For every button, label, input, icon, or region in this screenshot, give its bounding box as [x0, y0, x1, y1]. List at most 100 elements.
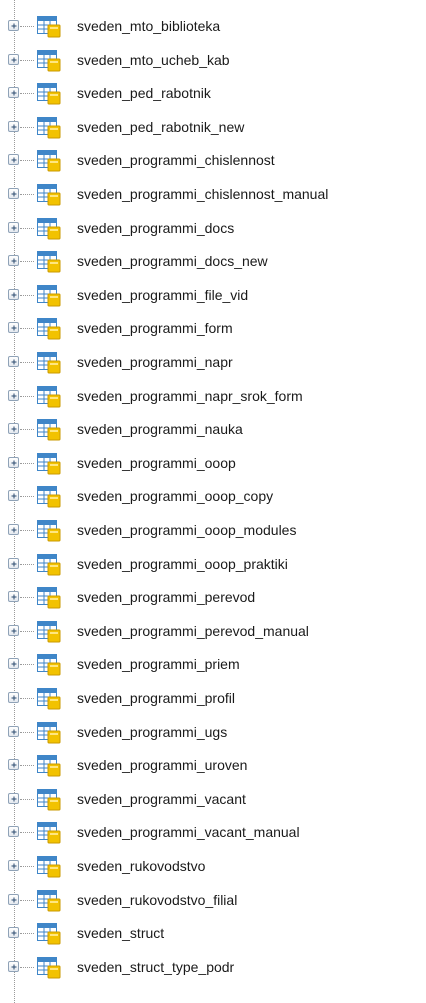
tree-branch-line [20, 160, 34, 162]
tree-row[interactable]: sveden_programmi_ugs [0, 718, 426, 746]
tree-branch-line [20, 462, 34, 464]
tree-row[interactable]: sveden_programmi_perevod_manual [0, 617, 426, 645]
table-icon [37, 520, 61, 542]
table-icon [37, 486, 61, 508]
table-name-label: sveden_programmi_ooop_modules [77, 522, 297, 538]
table-name-label: sveden_programmi_vacant [77, 790, 246, 807]
tree-row[interactable]: sveden_programmi_ooop [0, 449, 426, 477]
tree-row[interactable]: sveden_programmi_form [0, 314, 426, 342]
plus-expander-icon[interactable] [8, 322, 19, 334]
tree-branch-line [20, 933, 34, 935]
tree-row[interactable]: sveden_programmi_chislennost [0, 146, 426, 174]
plus-expander-icon[interactable] [8, 860, 19, 871]
tree-branch-line [20, 194, 34, 195]
tree-row[interactable]: sveden_programmi_perevod [0, 583, 426, 611]
table-icon [37, 553, 61, 576]
plus-expander-icon[interactable] [8, 423, 19, 435]
table-name-label: sveden_programmi_napr [77, 354, 233, 370]
tree-branch-line [20, 126, 34, 128]
table-icon [37, 419, 61, 441]
tree-row[interactable]: sveden_ped_rabotnik_new [0, 113, 426, 141]
plus-expander-icon[interactable] [8, 792, 19, 804]
table-icon [37, 284, 61, 307]
plus-expander-icon[interactable] [8, 154, 19, 166]
tree-row[interactable]: sveden_programmi_docs [0, 214, 426, 242]
plus-expander-icon[interactable] [8, 188, 19, 199]
tree-row[interactable]: sveden_programmi_priem [0, 650, 426, 678]
tree-branch-line [20, 765, 34, 767]
tree-row[interactable]: sveden_struct [0, 919, 426, 947]
tree-row[interactable]: sveden_programmi_docs_new [0, 247, 426, 275]
plus-expander-icon[interactable] [8, 490, 19, 502]
tree-row[interactable]: sveden_programmi_profil [0, 684, 426, 712]
table-name-label: sveden_programmi_docs [77, 219, 235, 236]
plus-expander-icon[interactable] [8, 87, 19, 99]
tree-branch-line [20, 597, 34, 599]
table-icon [37, 654, 61, 676]
tree-row[interactable]: sveden_programmi_ooop_praktiki [0, 550, 426, 578]
plus-expander-icon[interactable] [8, 658, 19, 670]
tree-row[interactable]: sveden_struct_type_podr [0, 953, 426, 981]
plus-expander-icon[interactable] [8, 692, 19, 703]
table-icon [37, 116, 61, 139]
table-name-label: sveden_programmi_ooop_praktiki [77, 555, 288, 572]
plus-expander-icon[interactable] [8, 591, 19, 603]
tree-row[interactable]: sveden_mto_ucheb_kab [0, 46, 426, 74]
table-name-label: sveden_programmi_uroven [77, 757, 248, 774]
table-name-label: sveden_rukovodstvo_filial [77, 891, 238, 908]
table-name-label: sveden_programmi_chislennost [77, 152, 275, 169]
tree-branch-line [20, 429, 34, 431]
table-name-label: sveden_programmi_ugs [77, 723, 228, 740]
plus-expander-icon[interactable] [8, 221, 19, 233]
table-icon [37, 318, 61, 340]
plus-expander-icon[interactable] [8, 53, 19, 65]
plus-expander-icon[interactable] [8, 120, 19, 132]
plus-expander-icon[interactable] [8, 624, 19, 636]
tree-row[interactable]: sveden_programmi_napr_srok_form [0, 382, 426, 410]
table-icon [37, 620, 61, 643]
tree-row[interactable]: sveden_programmi_ooop_copy [0, 482, 426, 510]
table-name-label: sveden_mto_biblioteka [77, 18, 221, 34]
tree-row[interactable]: sveden_programmi_ooop_modules [0, 516, 426, 544]
tree-branch-line [20, 227, 34, 229]
plus-expander-icon[interactable] [8, 557, 19, 569]
tree-row[interactable]: sveden_programmi_vacant_manual [0, 818, 426, 846]
tree-row[interactable]: sveden_programmi_napr [0, 348, 426, 376]
table-name-label: sveden_mto_ucheb_kab [77, 51, 230, 68]
table-name-label: sveden_programmi_ooop_copy [77, 488, 274, 505]
plus-expander-icon[interactable] [8, 960, 19, 972]
tree-row[interactable]: sveden_rukovodstvo [0, 852, 426, 880]
plus-expander-icon[interactable] [8, 524, 19, 535]
table-icon [37, 150, 61, 172]
table-name-label: sveden_programmi_profil [77, 690, 235, 706]
table-icon [37, 755, 61, 777]
plus-expander-icon[interactable] [8, 356, 19, 367]
table-icon [37, 923, 61, 945]
tree-row[interactable]: sveden_programmi_chislennost_manual [0, 180, 426, 208]
table-icon [37, 217, 61, 240]
tree-row[interactable]: sveden_rukovodstvo_filial [0, 886, 426, 914]
plus-expander-icon[interactable] [8, 826, 19, 838]
table-name-label: sveden_programmi_napr_srok_form [77, 387, 303, 404]
tree-row[interactable]: sveden_programmi_file_vid [0, 281, 426, 309]
tree-row[interactable]: sveden_ped_rabotnik [0, 79, 426, 107]
plus-expander-icon[interactable] [8, 20, 19, 31]
plus-expander-icon[interactable] [8, 725, 19, 737]
tree-row[interactable]: sveden_programmi_nauka [0, 415, 426, 443]
table-name-label: sveden_struct_type_podr [77, 958, 235, 975]
plus-expander-icon[interactable] [8, 456, 19, 468]
plus-expander-icon[interactable] [8, 893, 19, 905]
plus-expander-icon[interactable] [8, 389, 19, 401]
table-icon [37, 251, 61, 273]
table-name-label: sveden_struct [77, 925, 165, 942]
plus-expander-icon[interactable] [8, 927, 19, 939]
plus-expander-icon[interactable] [8, 288, 19, 300]
tree-row[interactable]: sveden_mto_biblioteka [0, 12, 426, 40]
tree-row[interactable]: sveden_programmi_vacant [0, 785, 426, 813]
tree-row[interactable]: sveden_programmi_uroven [0, 751, 426, 779]
tree-branch-line [20, 866, 34, 867]
plus-expander-icon[interactable] [8, 759, 19, 771]
table-icon [37, 49, 61, 72]
plus-expander-icon[interactable] [8, 255, 19, 267]
tree-branch-line [20, 630, 34, 632]
